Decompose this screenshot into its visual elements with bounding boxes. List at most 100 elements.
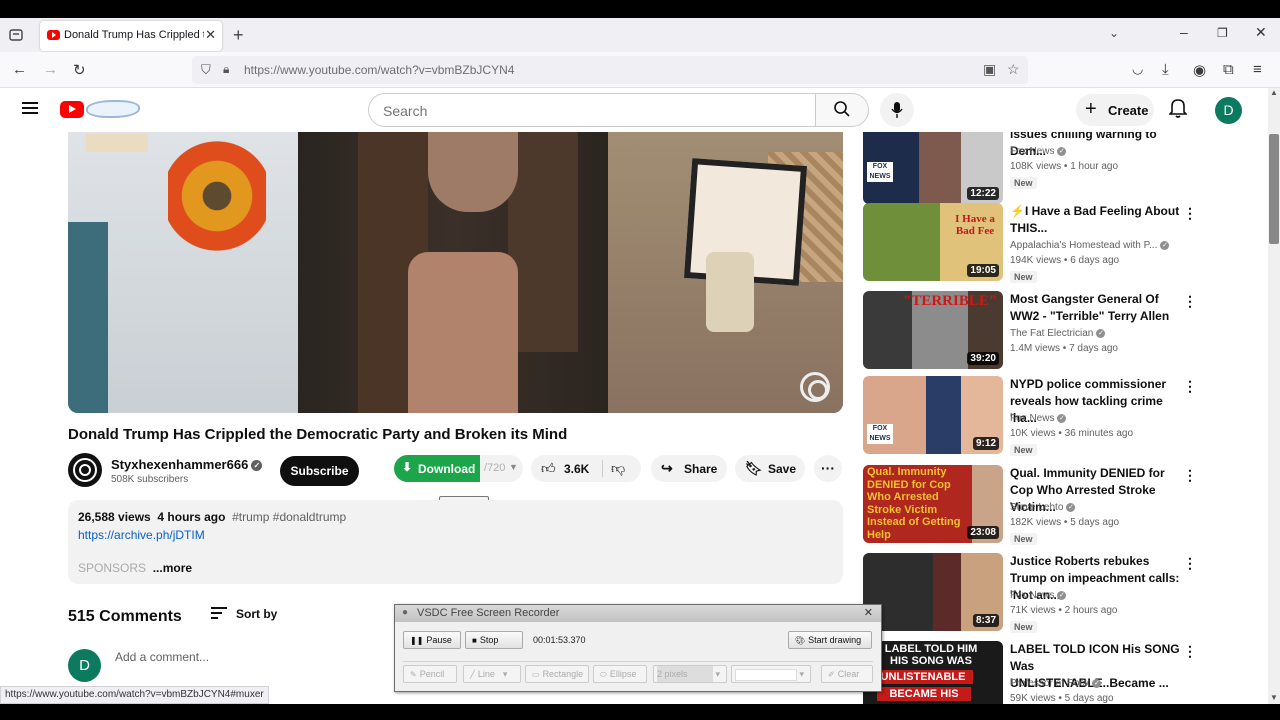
vsdc-line-width-select[interactable]: 2 pixels ▾	[653, 665, 727, 683]
account-icon[interactable]: ◉	[1193, 61, 1206, 79]
recommendation-thumbnail[interactable]: 8:37	[863, 553, 1003, 631]
hashtags[interactable]: #trump #donaldtrump	[232, 510, 346, 524]
recommendation-channel-name[interactable]: The Fat Electrician	[1010, 328, 1093, 339]
download-quality[interactable]: /720	[484, 462, 505, 474]
url-bar[interactable]: ⛉ 🔒︎ https://www.youtube.com/watch?v=vbm…	[192, 56, 1028, 84]
recommendation-menu-icon[interactable]: ⋮	[1183, 467, 1197, 484]
new-tab-icon[interactable]: +	[233, 25, 244, 46]
recommendation-channel[interactable]: Professor of Rock ✓	[1010, 678, 1190, 689]
recommendation-item[interactable]: FOX NEWS 9:12 NYPD police commissioner r…	[862, 376, 1202, 456]
tabs-dropdown-icon[interactable]: ⌄	[1109, 26, 1119, 40]
recommendation-thumbnail[interactable]: Qual. Immunity DENIED for Cop Who Arrest…	[863, 465, 1003, 543]
bookmark-star-icon[interactable]: ☆	[1007, 61, 1020, 78]
recommendation-item[interactable]: LABEL TOLD HIM HIS SONG WAS UNLISTENABLE…	[862, 641, 1202, 704]
youtube-doodle-logo[interactable]	[86, 100, 140, 118]
vsdc-ellipse-button[interactable]: ⬭ Ellipse	[593, 665, 647, 683]
share-button[interactable]: ↪ Share	[651, 455, 727, 482]
close-window-icon[interactable]: ✕	[1255, 24, 1267, 41]
voice-search-button[interactable]	[880, 93, 914, 127]
channel-watermark-icon[interactable]	[800, 372, 830, 402]
browser-tab-active[interactable]: Donald Trump Has Crippled the ✕	[40, 21, 222, 51]
recommendation-item[interactable]: 8:37 Justice Roberts rebukes Trump on im…	[862, 553, 1202, 633]
account-avatar[interactable]: D	[1215, 97, 1242, 124]
recommendation-item[interactable]: "TERRIBLE" 39:20 Most Gangster General O…	[862, 291, 1202, 371]
reload-icon[interactable]: ↻	[73, 61, 86, 79]
vsdc-clear-button[interactable]: ✐ Clear	[821, 665, 873, 683]
minimize-icon[interactable]: –	[1180, 24, 1188, 40]
search-button[interactable]	[815, 93, 869, 127]
recommendation-channel-name[interactable]: Steve Lehto	[1010, 502, 1063, 513]
quality-dropdown-icon[interactable]: ▼	[509, 462, 518, 472]
create-button[interactable]: + Create	[1076, 94, 1154, 126]
recommendation-title[interactable]: Most Gangster General Of WW2 - "Terrible…	[1010, 291, 1180, 325]
vsdc-rectangle-button[interactable]: ▭ Rectangle	[525, 665, 589, 683]
video-player[interactable]	[68, 132, 843, 413]
notifications-bell-icon[interactable]	[1169, 98, 1187, 118]
channel-name-row[interactable]: Styxhexenhammer666 ✓	[111, 457, 263, 472]
vsdc-close-icon[interactable]: ✕	[864, 606, 873, 619]
recommendation-channel[interactable]: Fox News ✓	[1010, 146, 1190, 157]
recommendation-thumbnail[interactable]: LABEL TOLD HIM HIS SONG WAS UNLISTENABLE…	[863, 641, 1003, 704]
extensions-icon[interactable]: ⧉	[1223, 61, 1234, 78]
sort-icon[interactable]	[211, 607, 227, 619]
save-button[interactable]: 🔖︎ Save	[735, 455, 805, 482]
more-actions-icon[interactable]: ···	[814, 455, 842, 482]
description-link[interactable]: https://archive.ph/jDTIM	[78, 528, 205, 542]
sort-by-button[interactable]: Sort by	[236, 607, 277, 621]
add-comment-input[interactable]: Add a comment...	[115, 650, 209, 664]
recommendation-menu-icon[interactable]: ⋮	[1183, 293, 1197, 310]
recommendation-item[interactable]: FOX NEWS 12:22 issues chilling warning t…	[862, 132, 1202, 206]
vsdc-pencil-button[interactable]: ✎ Pencil	[403, 665, 457, 683]
recommendation-menu-icon[interactable]: ⋮	[1183, 643, 1197, 660]
tab-close-icon[interactable]: ✕	[205, 27, 216, 43]
recommendation-thumbnail[interactable]: I Have a Bad Fee 19:05	[863, 203, 1003, 281]
vsdc-pause-button[interactable]: ❚❚ Pause	[403, 631, 461, 649]
show-more-link[interactable]: ...more	[153, 561, 192, 575]
recommendation-channel-name[interactable]: Fox News	[1010, 590, 1054, 601]
vsdc-start-drawing-button[interactable]: 🎨︎ Start drawing	[788, 631, 872, 649]
recommendation-channel-name[interactable]: Fox News	[1010, 413, 1054, 424]
like-count[interactable]: 3.6K	[564, 462, 589, 476]
recommendation-channel[interactable]: Fox News ✓	[1010, 590, 1190, 601]
recommendation-menu-icon[interactable]: ⋮	[1183, 555, 1197, 572]
recommendation-thumbnail[interactable]: FOX NEWS 12:22	[863, 132, 1003, 204]
tracking-shield-icon[interactable]: ⛉	[201, 62, 211, 78]
recommendation-channel[interactable]: Steve Lehto ✓	[1010, 502, 1190, 513]
tab-list-icon[interactable]	[8, 27, 24, 43]
dislike-icon[interactable]: 👎︎	[611, 460, 625, 477]
channel-avatar[interactable]	[68, 453, 102, 487]
recommendation-item[interactable]: Qual. Immunity DENIED for Cop Who Arrest…	[862, 465, 1202, 545]
pocket-icon[interactable]: ◡	[1132, 61, 1143, 77]
recommendation-menu-icon[interactable]: ⋮	[1183, 378, 1197, 395]
forward-icon[interactable]: →	[43, 61, 58, 78]
scroll-down-icon[interactable]: ▼	[1270, 693, 1278, 702]
like-icon[interactable]: 👍︎	[541, 460, 556, 477]
recommendation-item[interactable]: I Have a Bad Fee 19:05 ⚡I Have a Bad Fee…	[862, 203, 1202, 283]
subscribe-button[interactable]: Subscribe	[280, 456, 359, 486]
recommendation-menu-icon[interactable]: ⋮	[1183, 205, 1197, 222]
recommendation-channel[interactable]: Fox News ✓	[1010, 413, 1190, 424]
vsdc-title-bar[interactable]: ● VSDC Free Screen Recorder ✕	[395, 605, 881, 622]
restore-icon[interactable]: ❐	[1217, 26, 1228, 40]
recommendation-channel[interactable]: Appalachia's Homestead with P... ✓	[1010, 240, 1190, 251]
recommendation-channel-name[interactable]: Fox News	[1010, 146, 1054, 157]
description-box[interactable]: 26,588 views 4 hours ago #trump #donaldt…	[68, 500, 843, 584]
recommendation-channel[interactable]: The Fat Electrician ✓	[1010, 328, 1190, 339]
download-button[interactable]: ⬇ Download	[394, 455, 480, 482]
vsdc-color-select[interactable]: ▾	[731, 665, 811, 683]
recommendation-thumbnail[interactable]: FOX NEWS 9:12	[863, 376, 1003, 454]
translate-icon[interactable]: ▣	[983, 61, 996, 78]
recommendation-channel-name[interactable]: Professor of Rock	[1010, 678, 1089, 689]
scroll-up-icon[interactable]: ▲	[1270, 88, 1278, 97]
recommendation-title[interactable]: ⚡I Have a Bad Feeling About THIS...	[1010, 203, 1180, 237]
vsdc-line-button[interactable]: ╱ Line ▾	[463, 665, 521, 683]
vsdc-stop-button[interactable]: ■ Stop	[465, 631, 523, 649]
recommendation-channel-name[interactable]: Appalachia's Homestead with P...	[1010, 240, 1157, 251]
search-input[interactable]: Search	[368, 93, 816, 127]
channel-name[interactable]: Styxhexenhammer666	[111, 457, 248, 472]
downloads-icon[interactable]: ⤓	[1162, 61, 1169, 78]
app-menu-icon[interactable]: ≡	[1253, 61, 1262, 78]
lock-icon[interactable]: 🔒︎	[223, 62, 229, 77]
page-scrollbar[interactable]: ▲ ▼	[1268, 88, 1280, 704]
recommendation-thumbnail[interactable]: "TERRIBLE" 39:20	[863, 291, 1003, 369]
